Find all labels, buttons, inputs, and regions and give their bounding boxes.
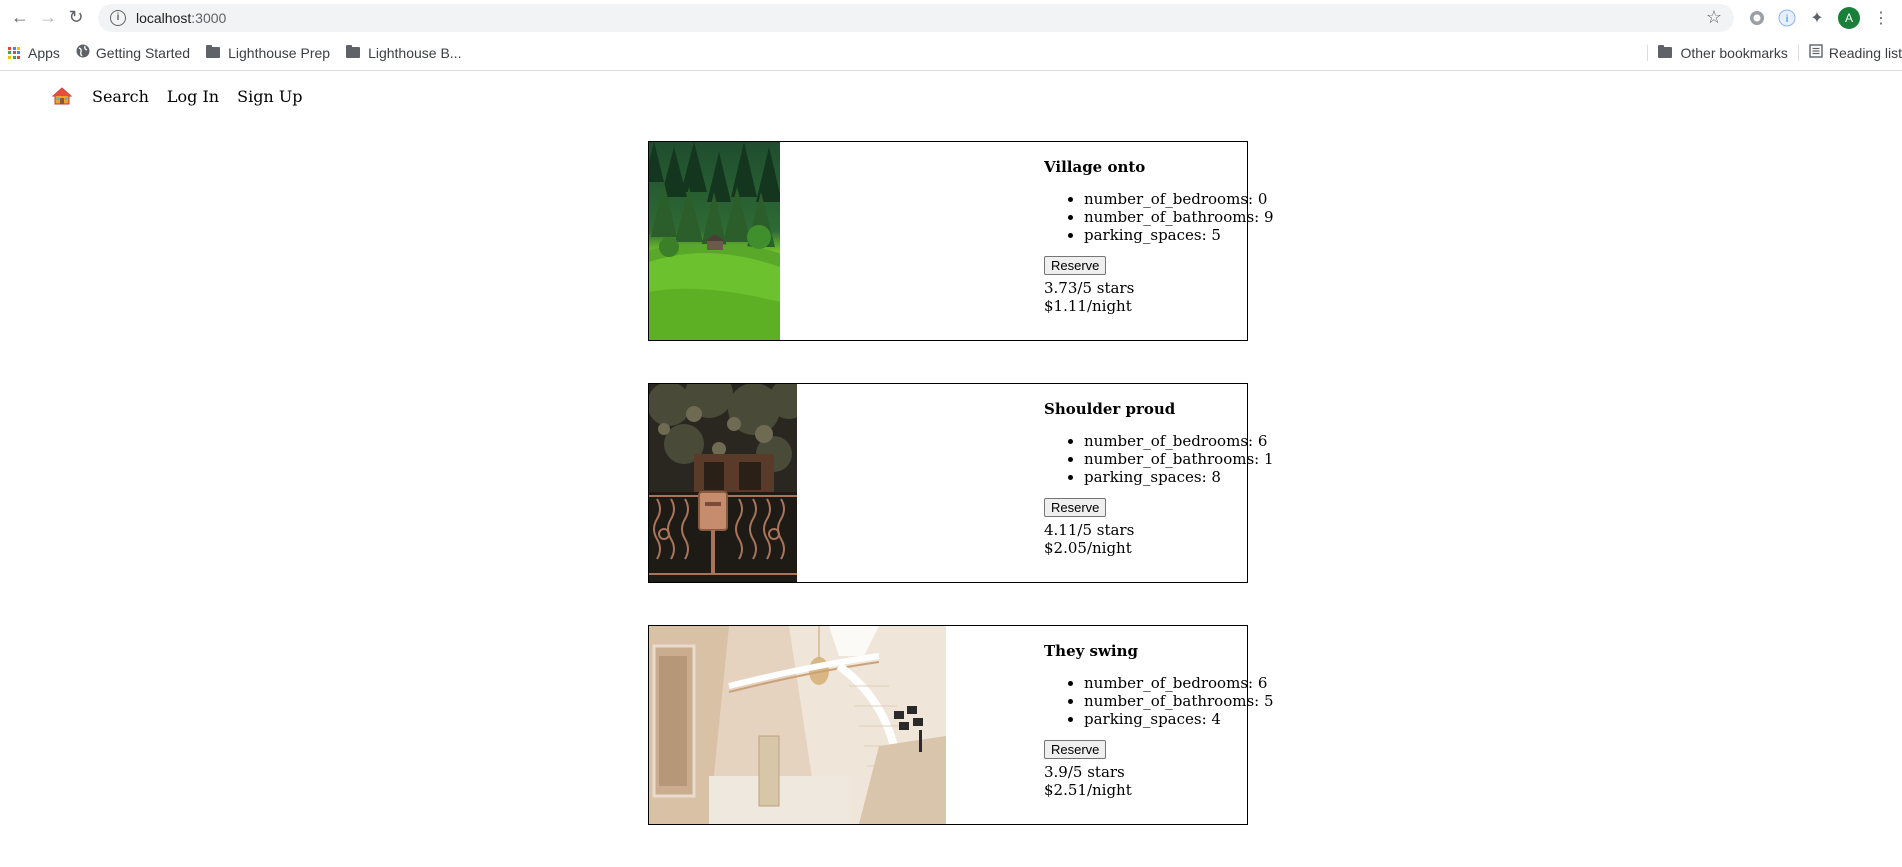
feature-item: number_of_bathrooms: 5 bbox=[1084, 692, 1274, 710]
apps-grid-icon bbox=[8, 46, 20, 59]
bookmark-label: Lighthouse B... bbox=[368, 44, 462, 61]
reserve-button[interactable]: Reserve bbox=[1044, 498, 1107, 517]
feature-item: number_of_bedrooms: 6 bbox=[1084, 674, 1267, 692]
property-price: $1.11/night bbox=[1044, 297, 1132, 315]
reload-icon[interactable]: ↻ bbox=[62, 4, 90, 32]
property-photo bbox=[649, 384, 797, 582]
url-host: localhost bbox=[136, 9, 192, 26]
property-title: They swing bbox=[1044, 642, 1138, 660]
nav-signup-link[interactable]: Sign Up bbox=[237, 87, 302, 106]
folder-icon bbox=[1658, 45, 1673, 58]
browser-toolbar: ← → ↻ i localhost:3000 ☆ i ✦ A ⋮ bbox=[0, 0, 1902, 35]
feature-item: number_of_bathrooms: 9 bbox=[1084, 208, 1274, 226]
bookmarks-bar: Apps Getting Started Lighthouse Prep Lig… bbox=[0, 35, 1902, 70]
svg-text:i: i bbox=[1786, 14, 1789, 25]
property-rating: 3.9/5 stars bbox=[1044, 763, 1125, 781]
property-card: They swing number_of_bedrooms: 6 number_… bbox=[648, 625, 1274, 825]
bookmarks-right: Other bookmarks Reading list bbox=[1637, 44, 1902, 61]
feature-item: parking_spaces: 5 bbox=[1084, 226, 1254, 244]
folder-icon bbox=[346, 45, 361, 58]
property-info: Shoulder proud number_of_bedrooms: 6 num… bbox=[1044, 400, 1274, 557]
divider bbox=[1797, 44, 1799, 61]
bookmark-label: Reading list bbox=[1828, 44, 1902, 61]
home-icon[interactable] bbox=[51, 87, 73, 105]
extensions-puzzle-icon[interactable]: ✦ bbox=[1805, 6, 1829, 30]
feature-item: number_of_bathrooms: 1 bbox=[1084, 450, 1274, 468]
reading-list-icon bbox=[1809, 44, 1823, 61]
bookmark-reading-list[interactable]: Reading list bbox=[1809, 44, 1902, 61]
url-port: :3000 bbox=[191, 9, 227, 26]
property-card: Shoulder proud number_of_bedrooms: 6 num… bbox=[648, 383, 1274, 583]
site-info-icon[interactable]: i bbox=[110, 9, 126, 26]
property-card: Village onto number_of_bedrooms: 0 numbe… bbox=[648, 141, 1274, 341]
property-price: $2.05/night bbox=[1044, 539, 1132, 557]
folder-icon bbox=[206, 45, 221, 58]
feature-item: parking_spaces: 8 bbox=[1084, 468, 1254, 486]
bookmark-getting-started[interactable]: Getting Started bbox=[76, 44, 190, 61]
property-title: Shoulder proud bbox=[1044, 400, 1176, 418]
property-photo bbox=[649, 626, 946, 824]
property-rating: 3.73/5 stars bbox=[1044, 279, 1135, 297]
property-photo bbox=[649, 142, 780, 340]
property-features: number_of_bedrooms: 6 number_of_bathroom… bbox=[1044, 432, 1274, 486]
reserve-button[interactable]: Reserve bbox=[1044, 256, 1107, 275]
menu-kebab-icon[interactable]: ⋮ bbox=[1869, 6, 1893, 30]
feature-item: parking_spaces: 4 bbox=[1084, 710, 1254, 728]
profile-avatar[interactable]: A bbox=[1838, 6, 1860, 29]
bookmark-label: Other bookmarks bbox=[1680, 44, 1788, 61]
feature-item: number_of_bedrooms: 0 bbox=[1084, 190, 1267, 208]
extension-badge-icon[interactable] bbox=[1745, 6, 1769, 30]
forward-arrow-icon[interactable]: → bbox=[34, 4, 62, 32]
bookmark-label: Getting Started bbox=[95, 44, 191, 61]
address-bar[interactable]: i localhost:3000 ☆ bbox=[98, 3, 1734, 32]
property-listings: Village onto number_of_bedrooms: 0 numbe… bbox=[648, 141, 1274, 867]
bookmark-label: Lighthouse Prep bbox=[228, 44, 331, 61]
bookmark-apps[interactable]: Apps bbox=[8, 45, 60, 61]
property-info: They swing number_of_bedrooms: 6 number_… bbox=[1044, 642, 1274, 799]
property-features: number_of_bedrooms: 6 number_of_bathroom… bbox=[1044, 674, 1274, 728]
back-arrow-icon[interactable]: ← bbox=[6, 4, 34, 32]
site-nav: Search Log In Sign Up bbox=[0, 71, 1902, 121]
extension-info-icon[interactable]: i bbox=[1775, 6, 1799, 30]
property-rating: 4.11/5 stars bbox=[1044, 521, 1135, 539]
property-price: $2.51/night bbox=[1044, 781, 1132, 799]
reserve-button[interactable]: Reserve bbox=[1044, 740, 1107, 759]
property-title: Village onto bbox=[1044, 158, 1146, 176]
bookmark-lighthouse-b[interactable]: Lighthouse B... bbox=[346, 45, 461, 61]
nav-search-link[interactable]: Search bbox=[92, 87, 149, 106]
property-info: Village onto number_of_bedrooms: 0 numbe… bbox=[1044, 158, 1274, 315]
bookmark-lighthouse-prep[interactable]: Lighthouse Prep bbox=[206, 45, 330, 61]
browser-chrome: ← → ↻ i localhost:3000 ☆ i ✦ A ⋮ Apps G… bbox=[0, 0, 1902, 71]
nav-login-link[interactable]: Log In bbox=[167, 87, 219, 106]
bookmark-star-icon[interactable]: ☆ bbox=[1706, 7, 1722, 28]
divider bbox=[1647, 44, 1649, 61]
bookmark-other[interactable]: Other bookmarks bbox=[1658, 44, 1788, 61]
globe-icon bbox=[76, 44, 90, 61]
property-features: number_of_bedrooms: 0 number_of_bathroom… bbox=[1044, 190, 1274, 244]
feature-item: number_of_bedrooms: 6 bbox=[1084, 432, 1267, 450]
bookmark-label: Apps bbox=[28, 44, 60, 61]
